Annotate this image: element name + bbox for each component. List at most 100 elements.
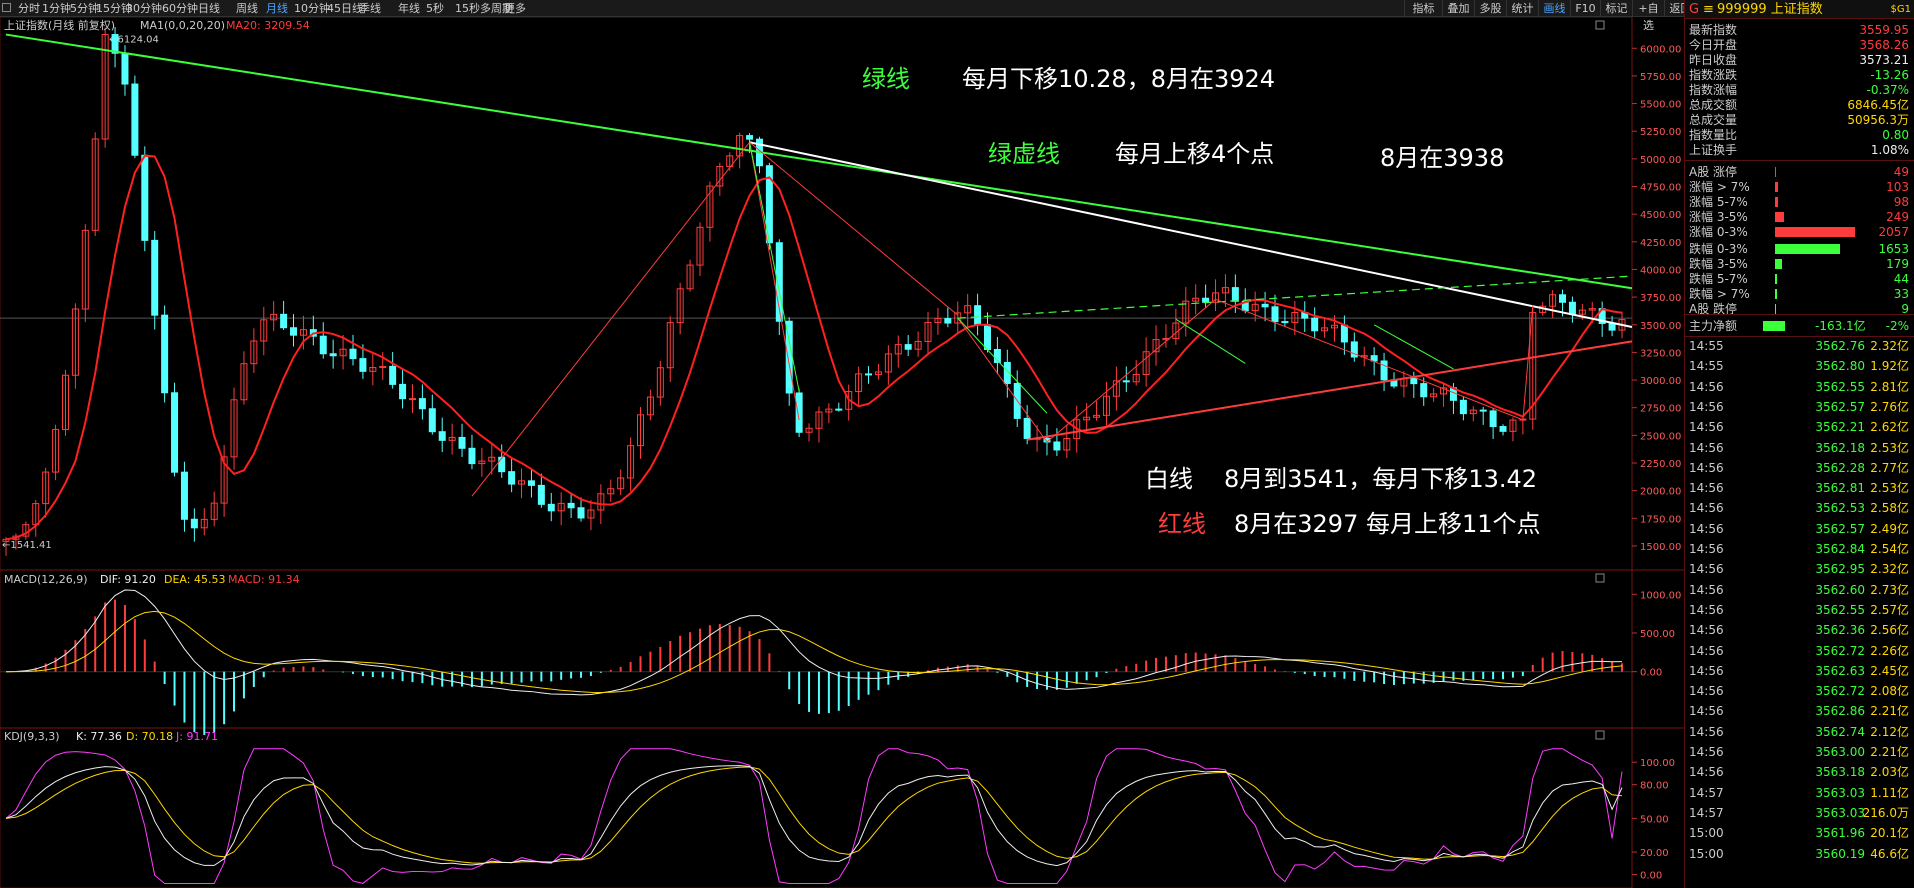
main-title: 上证指数(月线 前复权) xyxy=(4,18,115,32)
toolbar-button[interactable]: 标记 xyxy=(1600,0,1632,17)
trade-row: 14:56 3562.72 2.26亿 xyxy=(1685,643,1914,659)
toolbar-button[interactable]: 指标 xyxy=(1404,0,1442,17)
trade-price: 3562.81 xyxy=(1815,481,1865,496)
candle-body xyxy=(359,358,367,372)
toolbar-button[interactable]: +自选 xyxy=(1632,0,1664,32)
quote-row: 今日开盘 3568.26 xyxy=(1685,37,1914,53)
period-tab[interactable]: 日线 xyxy=(198,1,220,16)
trade-row: 14:56 3562.72 2.08亿 xyxy=(1685,683,1914,699)
annotation-text: 8月在3938 xyxy=(1380,144,1504,172)
trade-amount: 2.58亿 xyxy=(1870,501,1909,516)
candle-body xyxy=(161,314,169,394)
period-tab[interactable]: 分时 xyxy=(18,1,40,16)
trade-time: 14:56 xyxy=(1689,420,1724,435)
trade-time: 14:56 xyxy=(1689,663,1724,678)
trade-amount: 2.12亿 xyxy=(1870,724,1909,739)
candle-body xyxy=(1023,417,1031,439)
trade-price: 3562.28 xyxy=(1815,460,1865,475)
d-line xyxy=(5,766,1623,864)
panel-header-suffix: $G1 xyxy=(1890,4,1911,15)
breadth-row: 跌幅 > 7% 33 xyxy=(1685,286,1914,302)
breadth-row: 涨幅 > 7% 103 xyxy=(1685,179,1914,195)
flow-bar xyxy=(1763,321,1785,331)
window-menu-icon[interactable] xyxy=(2,3,11,12)
candle-body xyxy=(1261,303,1269,308)
period-tab[interactable]: 30分钟 xyxy=(126,1,162,16)
breadth-bar xyxy=(1775,274,1777,284)
menu-icon[interactable]: ≡ xyxy=(1703,0,1714,19)
annotation-label: 绿虚线 xyxy=(988,140,1060,168)
candle-body xyxy=(349,348,357,360)
quote-row: 总成交量 50956.3万 xyxy=(1685,112,1914,128)
y-tick-label: 3500.00 xyxy=(1640,321,1681,332)
trade-amount: 2.62亿 xyxy=(1870,420,1909,435)
trade-row: 14:56 3562.60 2.73亿 xyxy=(1685,582,1914,598)
period-tab[interactable]: 5分钟 xyxy=(70,1,99,16)
y-tick-label: 5750.00 xyxy=(1640,72,1681,83)
toolbar-button[interactable]: F10 xyxy=(1570,0,1600,17)
trade-row: 14:56 3562.18 2.53亿 xyxy=(1685,440,1914,456)
trade-amount: 2.54亿 xyxy=(1870,542,1909,556)
trade-price: 3563.03 xyxy=(1815,805,1865,820)
y-tick-label: 6000.00 xyxy=(1640,44,1681,55)
candle-body xyxy=(1202,297,1210,303)
period-tab[interactable]: 1分钟 xyxy=(42,1,71,16)
period-tab[interactable]: 15秒 xyxy=(455,1,480,16)
trade-amount: 46.6亿 xyxy=(1870,846,1909,861)
quote-value: -13.26 xyxy=(1870,68,1909,82)
candle-body xyxy=(974,305,982,326)
period-tab[interactable]: 45日线 xyxy=(327,1,363,16)
period-tab[interactable]: 季线 xyxy=(359,1,381,16)
trade-row: 14:55 3562.76 2.32亿 xyxy=(1685,338,1914,354)
pane-option-icon xyxy=(1595,20,1605,30)
breadth-value: 179 xyxy=(1886,257,1909,271)
toolbar-button[interactable]: 多股 xyxy=(1474,0,1506,17)
quote-row: 指数涨跌 -13.26 xyxy=(1685,67,1914,83)
toolbar-button[interactable]: 统计 xyxy=(1506,0,1538,17)
flow-key: 主力净额 xyxy=(1689,319,1738,333)
quote-key: 指数量比 xyxy=(1689,128,1738,142)
trade-time: 14:56 xyxy=(1689,623,1724,638)
candle-body xyxy=(151,239,159,316)
candle-body xyxy=(1410,377,1418,385)
drawing-segment xyxy=(957,317,1048,443)
trade-time: 14:56 xyxy=(1689,765,1724,780)
trade-price: 3562.36 xyxy=(1815,623,1865,638)
pane-option-icon xyxy=(1595,730,1605,740)
trade-row: 14:56 3562.81 2.53亿 xyxy=(1685,480,1914,496)
trade-price: 3562.60 xyxy=(1815,582,1865,597)
y-tick-label: 50.00 xyxy=(1640,814,1669,825)
breadth-key: 跌幅 0-3% xyxy=(1689,242,1748,256)
breadth-row: 跌幅 3-5% 179 xyxy=(1685,256,1914,272)
candle-body xyxy=(408,398,416,401)
period-tab[interactable]: 周线 xyxy=(236,1,258,16)
drawing-segment xyxy=(1522,305,1534,420)
trade-time: 14:56 xyxy=(1689,745,1724,759)
period-tab[interactable]: 年线 xyxy=(398,1,420,16)
y-tick-label: 3000.00 xyxy=(1640,376,1681,387)
breadth-bar xyxy=(1775,182,1778,192)
period-tab[interactable]: 60分钟 xyxy=(162,1,198,16)
period-tab[interactable]: 5秒 xyxy=(426,1,444,16)
trade-amount: 2.73亿 xyxy=(1870,582,1909,597)
drawing-segment xyxy=(1175,318,1246,364)
trade-time: 14:57 xyxy=(1689,805,1724,820)
breadth-key: 涨幅 > 7% xyxy=(1689,180,1750,194)
quote-value: 3568.26 xyxy=(1859,38,1909,52)
period-tab[interactable]: 更多 xyxy=(504,1,526,16)
trade-amount: 2.32亿 xyxy=(1870,339,1909,353)
low-label: ←1541.41 xyxy=(2,540,52,551)
candle-body xyxy=(567,502,575,509)
trade-amount: 2.81亿 xyxy=(1870,379,1909,394)
period-tab[interactable]: 10分钟 xyxy=(294,1,330,16)
y-tick-label: 500.00 xyxy=(1640,629,1675,640)
trade-row: 14:57 3563.03 1.11亿 xyxy=(1685,785,1914,801)
period-tab[interactable]: 月线 xyxy=(266,1,288,16)
candle-body xyxy=(835,408,843,411)
period-toolbar: 分时 1分钟 5分钟 15分钟 30分钟 60分钟 日线 周线 月线 10分钟 45日线 季线 年线 5秒… xyxy=(0,0,1914,32)
trade-price: 3560.19 xyxy=(1815,846,1865,861)
breadth-row: 涨幅 0-3% 2057 xyxy=(1685,224,1914,240)
toolbar-button[interactable]: 叠加 xyxy=(1442,0,1474,17)
trade-amount: 216.0万 xyxy=(1862,805,1909,820)
toolbar-button[interactable]: 画线 xyxy=(1538,0,1570,17)
